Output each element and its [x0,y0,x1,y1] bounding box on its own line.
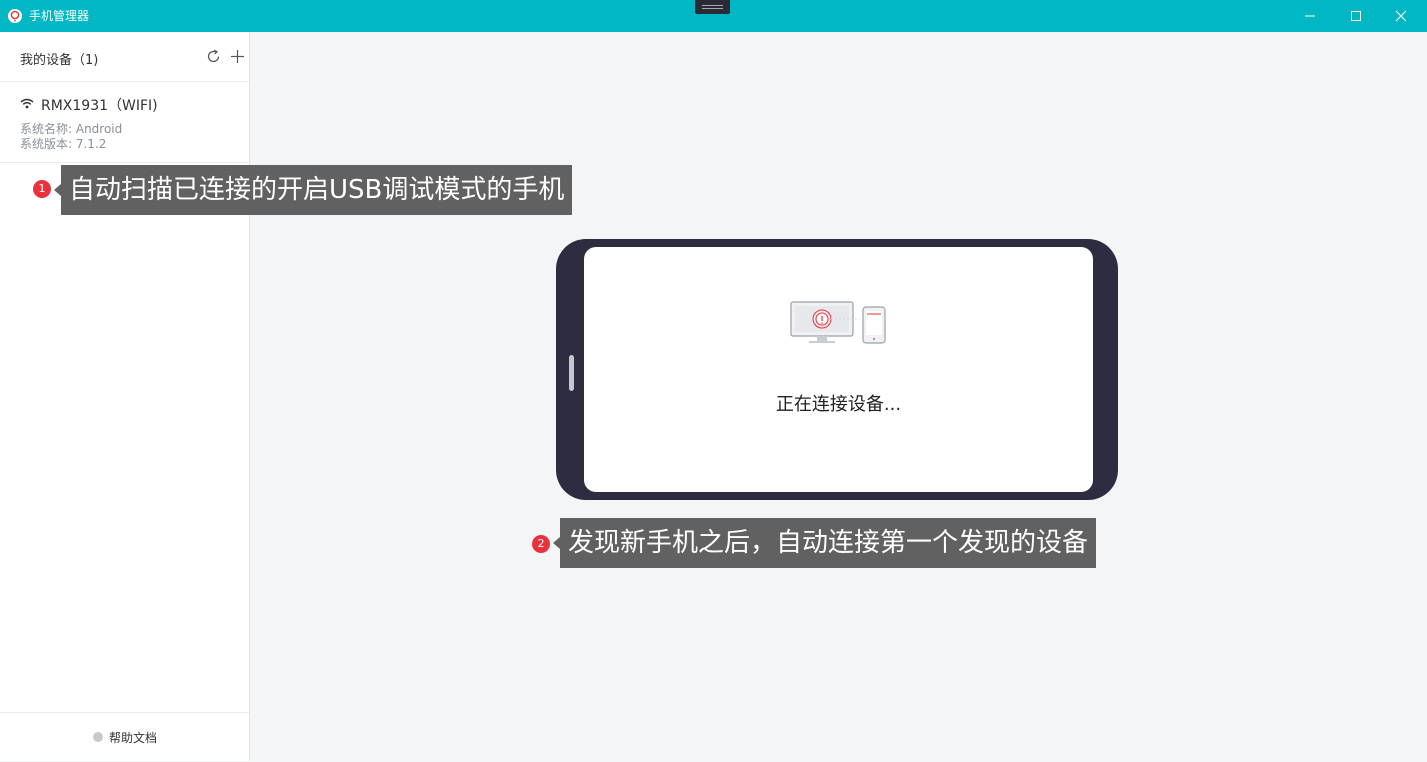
phone-side-button [569,355,574,391]
connecting-status: 正在连接设备... [775,394,902,415]
annotation-callout-2: 发现新手机之后，自动连接第一个发现的设备 [552,518,1097,568]
device-sidebar: 我的设备（1) RMX1931（WIFI) 系统名称: Android 系统版本… [0,32,250,761]
minimize-icon [1305,15,1315,17]
window-drag-handle[interactable] [695,0,730,14]
my-devices-title: 我的设备（1) [20,53,99,68]
minimize-button[interactable] [1287,0,1333,32]
device-system-version: 系统版本: 7.1.2 [20,137,107,151]
app-logo-icon [8,9,22,23]
maximize-icon [1351,11,1361,21]
device-name: RMX1931（WIFI) [41,98,158,114]
close-icon [1395,10,1407,22]
annotation-badge-2: 2 [532,535,550,553]
window-title: 手机管理器 [29,9,90,23]
title-bar: 手机管理器 [0,0,1427,32]
close-button[interactable] [1378,0,1424,32]
wifi-icon [20,98,34,109]
computer-phone-connect-icon [790,301,886,344]
annotation-callout-1: 自动扫描已连接的开启USB调试模式的手机 [53,165,573,215]
annotation-badge-1: 1 [33,180,51,198]
sidebar-footer: 帮助文档 [0,712,249,762]
plus-icon[interactable] [230,49,245,64]
help-docs-link[interactable]: 帮助文档 [109,729,157,746]
maximize-button[interactable] [1333,0,1379,32]
refresh-icon[interactable] [206,49,221,64]
sidebar-header: 我的设备（1) [0,32,249,82]
phone-frame: 正在连接设备... [556,239,1118,500]
device-list-item[interactable]: RMX1931（WIFI) 系统名称: Android 系统版本: 7.1.2 [0,82,249,163]
help-icon[interactable] [93,732,103,742]
phone-screen: 正在连接设备... [584,247,1093,492]
